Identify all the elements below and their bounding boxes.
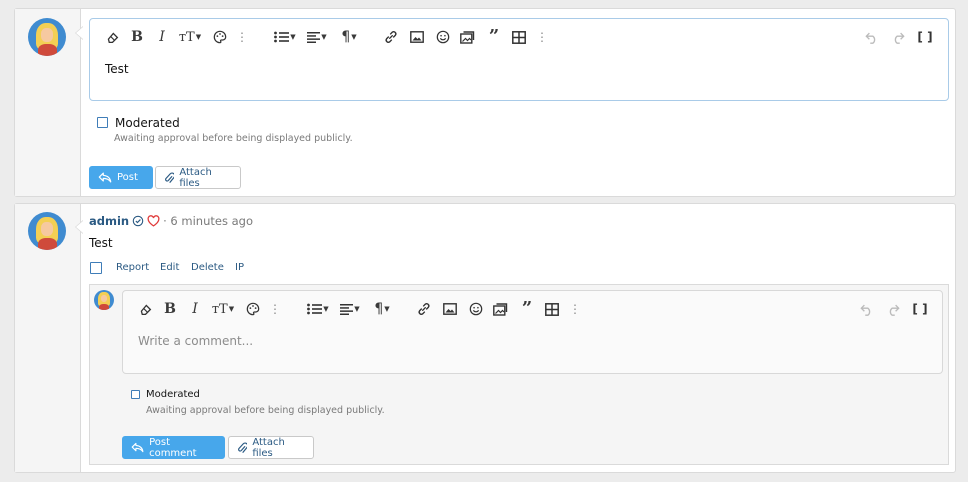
attach-files-label: Attach files — [179, 166, 212, 189]
table-icon[interactable] — [544, 299, 560, 319]
editor-pointer — [75, 26, 83, 40]
quote-icon[interactable]: ” — [485, 27, 503, 47]
list-icon[interactable]: ▼ — [305, 299, 331, 319]
post-comment-label: Post comment — [149, 436, 197, 459]
moderated-label[interactable]: Moderated — [115, 116, 180, 130]
message-editor[interactable]: B I ᴛT ▼ ⋮ ▼ ▼ ¶ ▼ ” ⋮ [ ] Test — [89, 18, 949, 101]
post-button[interactable]: Post — [89, 166, 153, 189]
more-vertical-icon[interactable]: ⋮ — [569, 299, 581, 319]
avatar[interactable] — [28, 18, 66, 56]
comment-attach-files-label: Attach files — [252, 436, 285, 459]
toggle-bbcode-icon[interactable]: [ ] — [917, 27, 933, 47]
message-block: admin · 6 minutes ago Test Report Edit D… — [14, 203, 956, 473]
paperclip-icon — [238, 442, 248, 453]
link-icon[interactable] — [383, 27, 399, 47]
italic-icon[interactable]: I — [189, 299, 201, 319]
commenter-avatar — [94, 290, 114, 310]
font-size-icon[interactable]: ᴛT ▼ — [177, 27, 203, 47]
ip-link[interactable]: IP — [235, 262, 244, 273]
toggle-bbcode-icon[interactable]: [ ] — [912, 299, 928, 319]
delete-link[interactable]: Delete — [191, 262, 224, 273]
font-size-icon[interactable]: ᴛT ▼ — [210, 299, 236, 319]
author-avatar[interactable] — [28, 212, 66, 250]
bold-icon[interactable]: B — [163, 299, 177, 319]
media-icon[interactable] — [459, 27, 477, 47]
smiley-icon[interactable] — [468, 299, 484, 319]
media-icon[interactable] — [492, 299, 510, 319]
palette-icon[interactable] — [245, 299, 261, 319]
comment-moderated-hint: Awaiting approval before being displayed… — [146, 405, 385, 416]
paragraph-icon[interactable]: ¶ ▼ — [370, 299, 394, 319]
edit-link[interactable]: Edit — [160, 262, 179, 273]
editor-content[interactable]: Test — [105, 62, 129, 76]
quick-reply-block: B I ᴛT ▼ ⋮ ▼ ▼ ¶ ▼ ” ⋮ [ ] Test Moderated … — [14, 8, 956, 197]
more-vertical-icon[interactable]: ⋮ — [236, 27, 248, 47]
eraser-icon[interactable] — [137, 299, 153, 319]
more-vertical-icon[interactable]: ⋮ — [536, 27, 548, 47]
comment-editor[interactable]: B I ᴛT ▼ ⋮ ▼ ▼ ¶ ▼ ” ⋮ [ ] Write a comment… — [122, 290, 943, 374]
redo-icon[interactable] — [885, 299, 901, 319]
image-icon[interactable] — [409, 27, 425, 47]
moderated-hint: Awaiting approval before being displayed… — [114, 133, 353, 144]
link-icon[interactable] — [416, 299, 432, 319]
italic-icon[interactable]: I — [156, 27, 168, 47]
post-comment-button[interactable]: Post comment — [122, 436, 225, 459]
report-link[interactable]: Report — [116, 262, 149, 273]
align-icon[interactable]: ▼ — [338, 299, 362, 319]
list-icon[interactable]: ▼ — [272, 27, 298, 47]
moderated-checkbox[interactable] — [97, 117, 108, 128]
author-name[interactable]: admin — [89, 214, 129, 228]
bold-icon[interactable]: B — [130, 27, 144, 47]
undo-icon[interactable] — [864, 27, 880, 47]
comment-area: B I ᴛT ▼ ⋮ ▼ ▼ ¶ ▼ ” ⋮ [ ] Write a comment… — [89, 284, 949, 465]
editor-toolbar: B I ᴛT ▼ ⋮ ▼ ▼ ¶ ▼ ” ⋮ [ ] — [104, 27, 938, 47]
comment-moderated-checkbox[interactable] — [131, 390, 140, 399]
more-vertical-icon[interactable]: ⋮ — [269, 299, 281, 319]
smiley-icon[interactable] — [435, 27, 451, 47]
paperclip-icon — [165, 172, 175, 183]
post-button-label: Post — [117, 172, 138, 183]
quote-icon[interactable]: ” — [518, 299, 536, 319]
align-icon[interactable]: ▼ — [305, 27, 329, 47]
image-icon[interactable] — [442, 299, 458, 319]
eraser-icon[interactable] — [104, 27, 120, 47]
paragraph-icon[interactable]: ¶ ▼ — [337, 27, 361, 47]
undo-icon[interactable] — [859, 299, 875, 319]
comment-attach-files-button[interactable]: Attach files — [228, 436, 314, 459]
attach-files-button[interactable]: Attach files — [155, 166, 241, 189]
message-pointer — [75, 220, 83, 234]
post-time[interactable]: · 6 minutes ago — [163, 214, 253, 228]
comment-placeholder[interactable]: Write a comment... — [138, 334, 253, 348]
comment-moderated-label[interactable]: Moderated — [146, 389, 200, 400]
comment-editor-toolbar: B I ᴛT ▼ ⋮ ▼ ▼ ¶ ▼ ” ⋮ [ ] — [137, 299, 932, 319]
reply-icon — [98, 172, 112, 183]
message-body: Test — [89, 236, 113, 250]
palette-icon[interactable] — [212, 27, 228, 47]
message-header: admin · 6 minutes ago — [89, 214, 253, 228]
select-checkbox[interactable] — [90, 262, 102, 274]
table-icon[interactable] — [511, 27, 527, 47]
verified-icon — [132, 215, 144, 227]
reply-icon — [131, 442, 144, 453]
heart-icon[interactable] — [147, 215, 160, 227]
redo-icon[interactable] — [890, 27, 906, 47]
